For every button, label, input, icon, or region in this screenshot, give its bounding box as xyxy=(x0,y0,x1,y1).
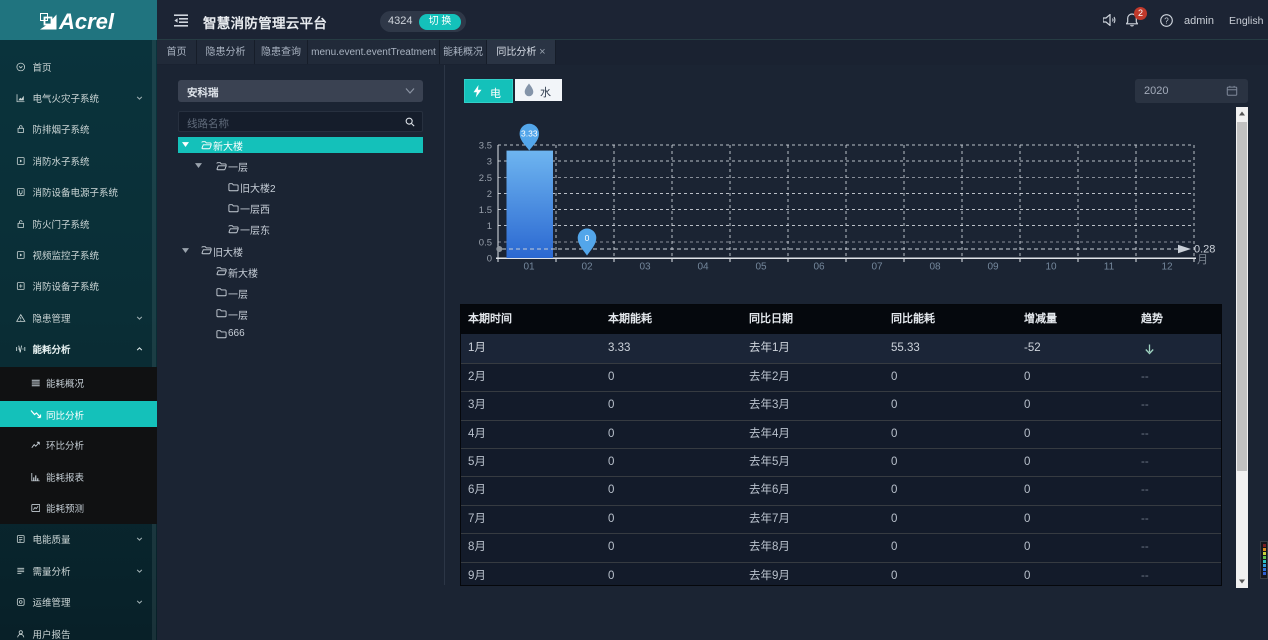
svg-text:04: 04 xyxy=(697,262,709,273)
svg-text:2: 2 xyxy=(487,189,492,200)
svg-text:10: 10 xyxy=(1045,262,1057,273)
svg-text:06: 06 xyxy=(813,262,825,273)
svg-text:0: 0 xyxy=(585,233,590,243)
svg-text:0: 0 xyxy=(487,254,492,265)
svg-text:11: 11 xyxy=(1104,262,1115,273)
svg-text:2.5: 2.5 xyxy=(479,173,492,184)
svg-text:3.5: 3.5 xyxy=(479,141,492,152)
svg-text:3.33: 3.33 xyxy=(521,129,538,139)
svg-text:3: 3 xyxy=(487,157,492,168)
svg-text:03: 03 xyxy=(639,262,651,273)
svg-text:02: 02 xyxy=(581,262,593,273)
svg-text:月: 月 xyxy=(1197,254,1208,266)
svg-text:05: 05 xyxy=(755,262,767,273)
svg-text:0.5: 0.5 xyxy=(479,237,492,248)
svg-text:07: 07 xyxy=(871,262,883,273)
svg-text:08: 08 xyxy=(929,262,941,273)
svg-text:1.5: 1.5 xyxy=(479,205,492,216)
svg-text:09: 09 xyxy=(987,262,999,273)
svg-text:1: 1 xyxy=(487,221,492,232)
svg-text:01: 01 xyxy=(523,262,535,273)
svg-text:12: 12 xyxy=(1161,262,1173,273)
